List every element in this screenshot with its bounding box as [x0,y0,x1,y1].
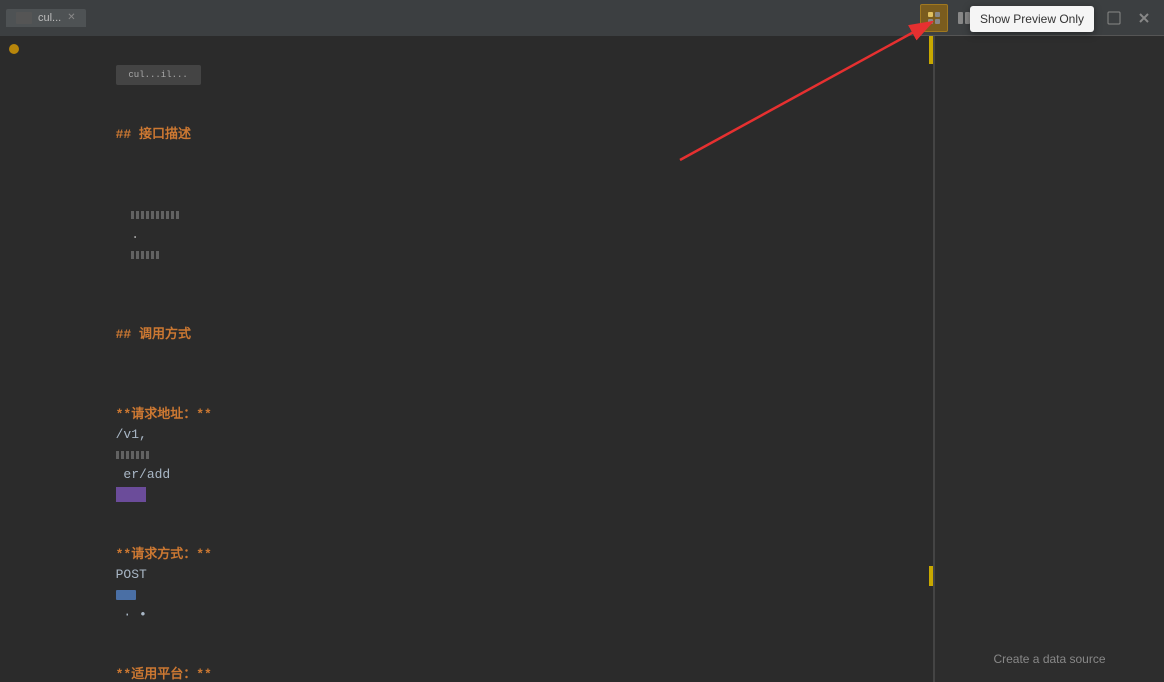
desc-pixel-dots: . [22,207,181,282]
url-v1: /v1, [116,427,147,442]
editor-content[interactable]: cul...il... ## 接口描述 [0,36,933,682]
editor-panel: cul...il... ## 接口描述 [0,36,935,682]
line-thumbnail: cul...il... [0,44,933,105]
toolbar: cul... ✕ [0,0,1164,36]
scroll-marker-top [929,36,933,64]
active-file-tab[interactable]: cul... ✕ [6,9,86,27]
line-platform: **适用平台：** 里 → [0,645,933,682]
main-area: cul...il... ## 接口描述 [0,36,1164,682]
app-container: cul... ✕ [0,0,1164,682]
toolbar-icon-8[interactable] [1130,4,1158,32]
line-heading-usage: ## 调用方式 [0,305,933,365]
line-marker [9,44,19,54]
show-preview-only-button[interactable]: Show Preview Only [970,6,1094,32]
url-highlight [116,487,146,502]
line-empty-1 [0,365,933,385]
right-panel: Create a data source [935,36,1164,682]
file-tab-label: cul... [38,12,61,24]
thumbnail-content: cul...il... [22,44,925,105]
preview-label: Show Preview Only [980,12,1084,26]
label-url: **请求地址：** [116,407,220,422]
file-tabs: cul... ✕ [0,0,920,36]
method-highlight [116,590,136,600]
heading-usage: ## 调用方式 [116,327,191,342]
toolbar-icon-7[interactable] [1100,4,1128,32]
url-er-add: er/add [116,467,171,482]
label-method: **请求方式：** [116,547,220,562]
scroll-marker-mid [929,566,933,586]
line-request-method: **请求方式：** POST · • [0,525,933,645]
label-platform: **适用平台：** [116,667,220,682]
create-datasource-label: Create a data source [993,652,1105,666]
toolbar-icon-1[interactable] [920,4,948,32]
method-extra: · • [116,607,147,622]
line-heading-interface: ## 接口描述 [0,105,933,165]
heading-interface: ## 接口描述 [116,127,191,142]
yellow-scroll-bar [929,36,933,682]
line-desc-pixel: . [0,165,933,305]
line-request-url: **请求地址：** /v1, er/add [0,385,933,525]
method-post: POST [116,567,147,582]
url-dots [116,451,151,459]
tab-close-icon[interactable]: ✕ [67,12,75,23]
